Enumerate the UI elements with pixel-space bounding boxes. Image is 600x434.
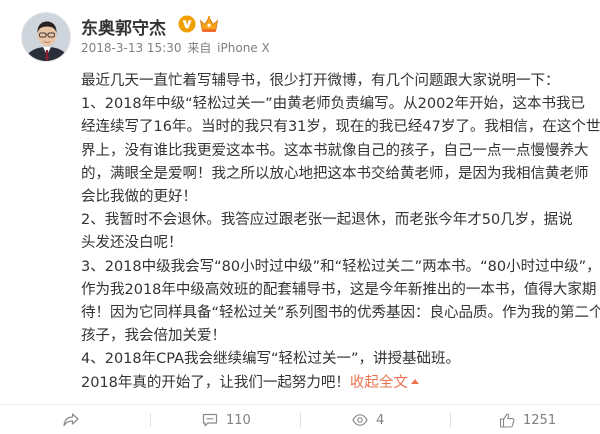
caret-up-icon	[410, 378, 419, 384]
action-divider	[450, 413, 451, 427]
eye-icon	[352, 414, 368, 426]
post-source: iPhone X	[217, 41, 270, 55]
content-line: 3、2018中级我会写“80小时过中级”和“轻松过关二”两本书。“80小时过中级…	[81, 258, 600, 275]
collapse-button[interactable]: 收起全文	[350, 375, 419, 391]
vip-crown-icon[interactable]	[198, 14, 220, 34]
content-line: 头发还没白呢！	[81, 235, 183, 252]
verified-v-badge-icon	[178, 15, 196, 33]
view-count: 4	[376, 412, 385, 428]
like-thumb-icon	[499, 413, 515, 428]
content-line: 2、我暂时不会退休。我答应过跟老张一起退休，而老张今年才50几岁，据说	[81, 212, 573, 229]
content-line: 孩子，我会倍加关爱！	[81, 328, 226, 345]
content-line: 4、2018年CPA我会继续编写“轻松过关一”，讲授基础班。	[81, 351, 461, 368]
post-meta: 2018-3-13 15:30 来自 iPhone X	[81, 39, 272, 56]
content-line: 最近几天一直忙着写辅导书，很少打开微博，有几个问题跟大家说明一下：	[81, 73, 560, 89]
action-divider	[150, 413, 151, 427]
content-line: 界上，没有谁比我更爱这本书。这本书就像自己的孩子，自己一点一点慢慢养大	[81, 142, 589, 159]
content-line: 1、2018年中级“轻松过关一”由黄老师负责编写。从2002年开始，这本书我已	[81, 96, 586, 113]
content-line: 作为我2018年中级高效班的配套辅导书，这是今年新推出的一本书，值得大家期	[81, 281, 597, 298]
post-source-prefix: 来自	[187, 41, 212, 55]
forward-button[interactable]	[63, 405, 87, 434]
like-count: 1251	[523, 412, 557, 428]
forward-icon	[63, 413, 79, 427]
like-button[interactable]: 1251	[499, 405, 556, 434]
author-name[interactable]: 东奥郭守杰	[81, 14, 166, 39]
content-line: 会比我做的更好！	[81, 189, 197, 206]
content-line-closing: 2018年真的开始了，让我们一起努力吧！收起全文	[81, 372, 586, 395]
comment-icon	[202, 413, 218, 427]
post-timestamp[interactable]: 2018-3-13 15:30	[81, 41, 182, 55]
action-bar: 110 4 1251	[0, 404, 600, 434]
collapse-label: 收起全文	[349, 374, 408, 391]
view-count-button[interactable]: 4	[352, 405, 384, 434]
content-line: 待！因为它同样具备“轻松过关”系列图书的优秀基因：良心品质。作为我的第二个	[81, 305, 600, 322]
closing-text: 2018年真的开始了，让我们一起努力吧！	[81, 374, 350, 391]
avatar-image	[22, 13, 70, 61]
content-line: 的，满眼全是爱啊！我之所以放心地把这本书交给黄老师，是因为我相信黄老师	[81, 165, 589, 182]
post-content: 最近几天一直忙着写辅导书，很少打开微博，有几个问题跟大家说明一下： 1、2018…	[81, 70, 600, 395]
comment-button[interactable]: 110	[202, 405, 251, 434]
action-divider	[300, 413, 301, 427]
avatar[interactable]	[21, 12, 71, 62]
content-line: 经连续写了16年。当时的我只有31岁，现在的我已经47岁了。我相信，在这个世	[81, 119, 600, 136]
comment-count: 110	[226, 412, 251, 428]
